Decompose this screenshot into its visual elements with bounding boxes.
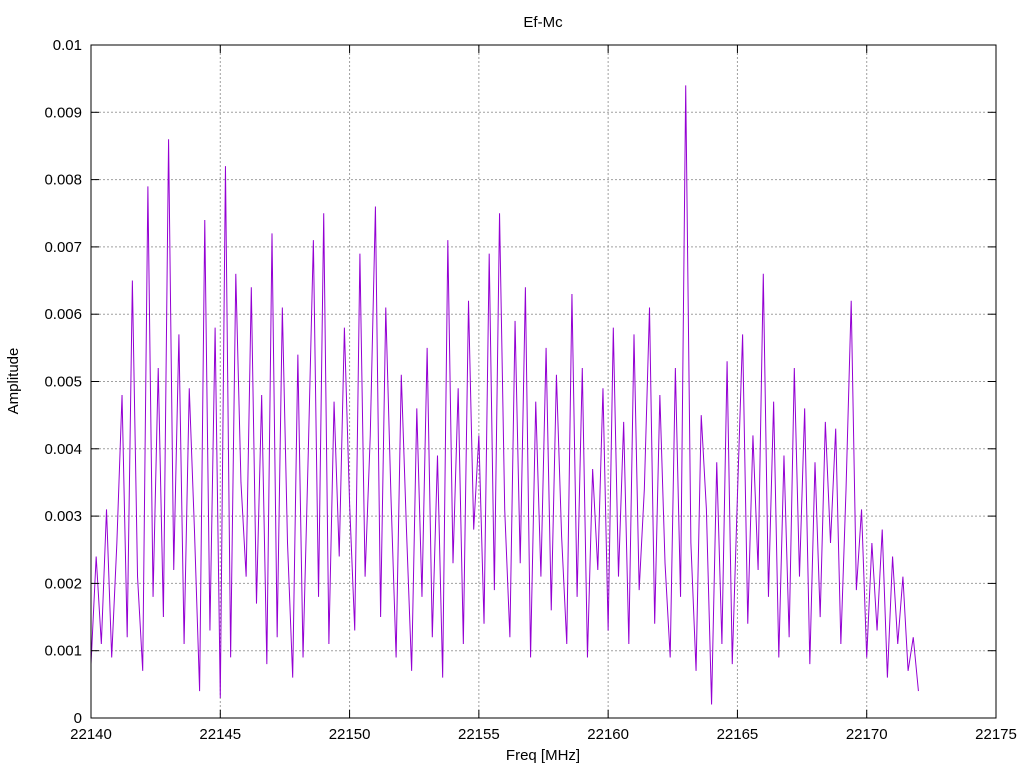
y-tick-label: 0.008 [44, 172, 82, 189]
y-axis-label: Amplitude [5, 348, 22, 415]
y-tick-label: 0.009 [44, 104, 82, 121]
y-tick-label: 0.01 [53, 37, 82, 54]
x-tick-label: 22145 [199, 726, 241, 743]
x-tick-label: 22155 [458, 726, 500, 743]
chart-background [0, 0, 1024, 768]
amplitude-chart: 22140 22145 22150 22155 22160 22165 22170 22175… [0, 0, 1024, 768]
y-tick-label: 0.002 [44, 575, 82, 592]
y-tick-label: 0.001 [44, 643, 82, 660]
y-tick-label: 0.006 [44, 306, 82, 323]
y-tick-label: 0.005 [44, 374, 82, 391]
x-tick-label: 22175 [975, 726, 1017, 743]
x-tick-label: 22170 [846, 726, 888, 743]
x-tick-label: 22160 [587, 726, 629, 743]
x-tick-label: 22140 [70, 726, 112, 743]
chart-title: Ef-Mc [523, 14, 563, 31]
y-tick-label: 0 [74, 710, 82, 727]
x-axis-label: Freq [MHz] [506, 747, 580, 764]
x-tick-label: 22150 [329, 726, 371, 743]
x-tick-label: 22165 [717, 726, 759, 743]
y-tick-label: 0.003 [44, 508, 82, 525]
y-tick-label: 0.007 [44, 239, 82, 256]
y-tick-label: 0.004 [44, 441, 82, 458]
